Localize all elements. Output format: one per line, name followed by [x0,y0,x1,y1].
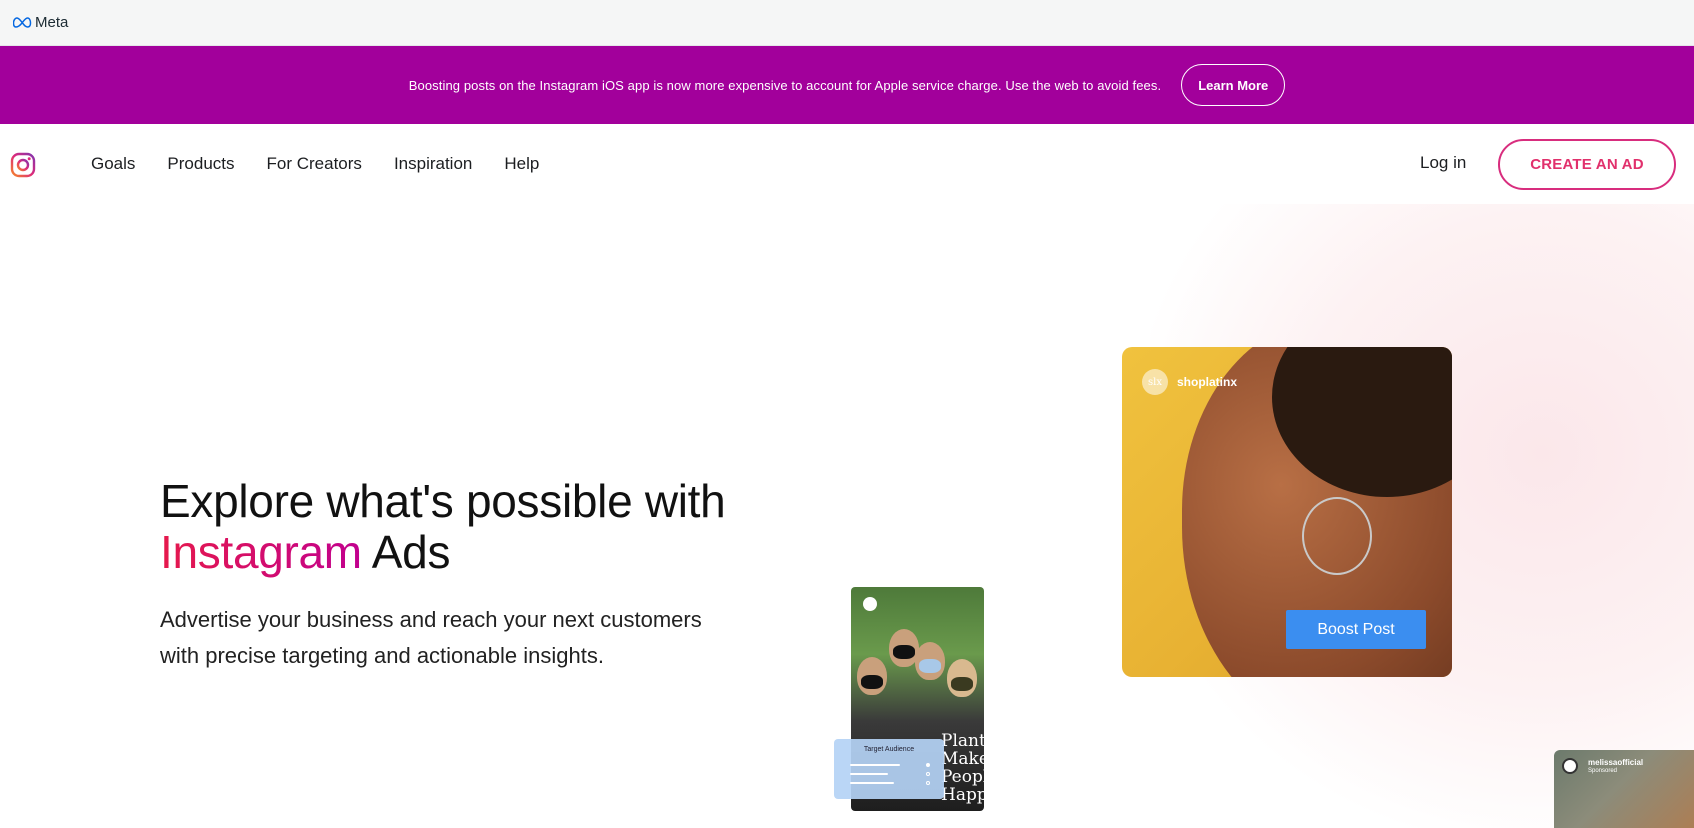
hero-headline: Explore what's possible with Instagram A… [160,475,726,578]
earring-shape [1302,497,1372,575]
target-option-line [850,764,900,766]
target-radio-icon [926,763,930,767]
meta-brand-label: Meta [35,14,69,31]
meta-logo[interactable]: Meta [13,14,68,31]
boost-post-button[interactable]: Boost Post [1286,610,1426,649]
headline-part1: Explore what's possible with [160,475,726,527]
boost-post-preview-card: slx shoplatinx Boost Post [1122,347,1452,677]
announcement-banner: Boosting posts on the Instagram iOS app … [0,46,1694,124]
nav-links: Goals Products For Creators Inspiration … [91,124,539,204]
headline-highlight: Instagram [160,526,362,578]
meta-infinity-icon [13,16,32,28]
face-mask [861,675,883,689]
face-mask [919,659,941,673]
face-mask [893,645,915,659]
target-audience-card: Target Audience [834,739,944,799]
login-link[interactable]: Log in [1420,153,1466,173]
sponsored-account-name: melissaofficial [1588,758,1644,767]
hero-section: Explore what's possible with Instagram A… [0,204,1694,828]
target-radio-icon [926,772,930,776]
sponsored-label: Sponsored [1588,768,1618,774]
hero-subhead: Advertise your business and reach your n… [160,607,702,668]
nav-item-for-creators[interactable]: For Creators [267,154,362,174]
main-nav: Goals Products For Creators Inspiration … [0,124,1694,204]
nav-item-inspiration[interactable]: Inspiration [394,154,472,174]
target-radio-icon [926,781,930,785]
banner-text: Boosting posts on the Instagram iOS app … [408,77,1162,93]
nav-item-help[interactable]: Help [504,154,539,174]
create-ad-button[interactable]: CREATE AN AD [1498,139,1676,190]
account-avatar: slx [1142,369,1168,395]
story-overlay-text: Plants Make People Happy [941,731,984,805]
target-option-line [850,782,894,784]
meta-top-bar: Meta [0,0,1694,46]
target-option-line [850,773,888,775]
nav-item-goals[interactable]: Goals [91,154,135,174]
story-avatar [863,597,877,611]
learn-more-button[interactable]: Learn More [1181,64,1286,106]
sponsored-avatar [1562,758,1578,774]
nav-item-products[interactable]: Products [167,154,234,174]
instagram-logo-icon[interactable] [10,152,36,178]
face-mask [951,677,973,691]
headline-part2: Ads [371,526,451,578]
account-name: shoplatinx [1177,375,1238,389]
target-audience-title: Target Audience [863,746,915,753]
sponsored-post-preview-card: melissaofficial Sponsored [1554,750,1694,828]
